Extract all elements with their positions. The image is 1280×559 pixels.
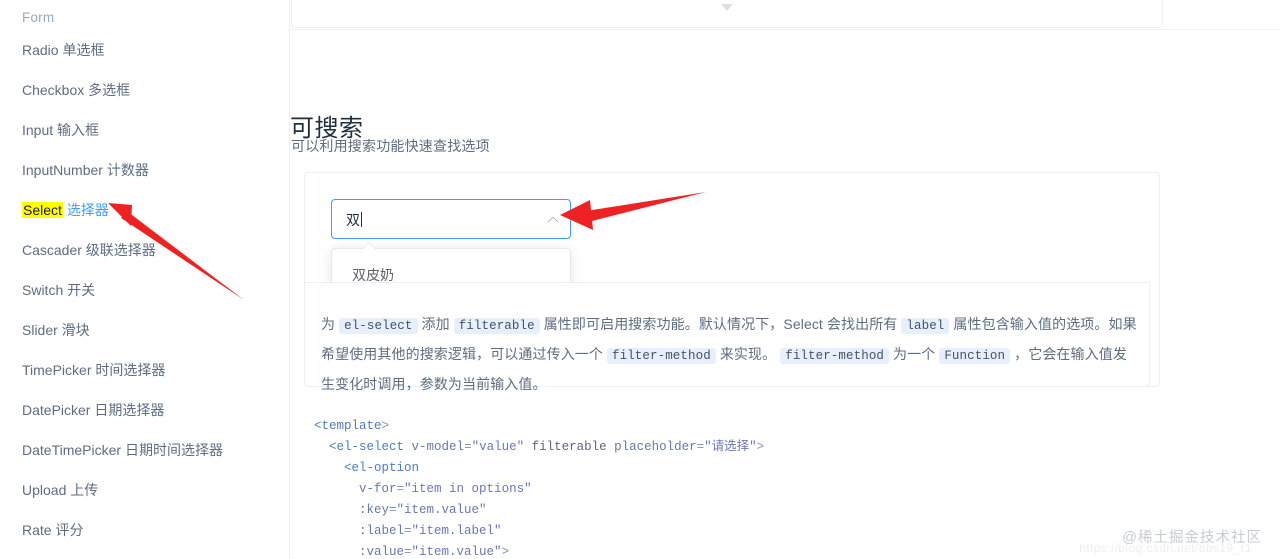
inline-code: label bbox=[901, 318, 950, 334]
sidebar-item-inputnumber[interactable]: InputNumber 计数器 bbox=[22, 162, 149, 178]
inline-code: filter-method bbox=[780, 348, 890, 364]
sidebar-item-select-highlight: Select bbox=[22, 202, 63, 218]
sidebar-item-datepicker[interactable]: DatePicker 日期选择器 bbox=[22, 402, 164, 418]
select-component: 双 双皮奶 bbox=[331, 199, 571, 302]
select-typed-text: 双 bbox=[346, 212, 360, 228]
sidebar-nav: Form Radio 单选框 Checkbox 多选框 Input 输入框 In… bbox=[0, 0, 290, 559]
code-line: <template> bbox=[314, 419, 390, 433]
page-root: Form Radio 单选框 Checkbox 多选框 Input 输入框 In… bbox=[0, 0, 1280, 559]
inline-code: filter-method bbox=[607, 348, 716, 364]
main-content: 可搜索 可以利用搜索功能快速查找选项 双 双皮奶 为 el-select 添加 … bbox=[290, 0, 1280, 559]
code-line: <el-option bbox=[344, 461, 420, 475]
previous-demo-card bbox=[291, 0, 1163, 28]
text-caret bbox=[361, 212, 362, 227]
inline-code: filterable bbox=[453, 318, 540, 334]
code-snippet[interactable]: <template> <el-select v-model="value" fi… bbox=[314, 416, 764, 559]
description-text: 为 el-select 添加 filterable 属性即可启用搜索功能。默认情… bbox=[321, 316, 1137, 392]
section-divider bbox=[290, 29, 1280, 30]
sidebar-item-upload[interactable]: Upload 上传 bbox=[22, 482, 98, 498]
sidebar-item-cascader[interactable]: Cascader 级联选择器 bbox=[22, 242, 156, 258]
sidebar-item-switch[interactable]: Switch 开关 bbox=[22, 282, 95, 298]
sidebar-item-input[interactable]: Input 输入框 bbox=[22, 122, 99, 138]
sidebar-item-rate[interactable]: Rate 评分 bbox=[22, 522, 83, 538]
code-line: <el-select v-model="value" filterable pl… bbox=[329, 440, 765, 454]
select-input[interactable]: 双 bbox=[331, 199, 571, 239]
sidebar-item-slider[interactable]: Slider 滑块 bbox=[22, 322, 90, 338]
code-line: :key="item.value" bbox=[359, 503, 487, 517]
sidebar-item-datetimepicker[interactable]: DateTimePicker 日期时间选择器 bbox=[22, 442, 223, 458]
sidebar-item-select-link[interactable]: 选择器 bbox=[67, 202, 109, 218]
dropdown-pointer bbox=[363, 243, 375, 249]
sidebar-item-radio[interactable]: Radio 单选框 bbox=[22, 42, 104, 58]
sidebar-group-title: Form bbox=[22, 10, 55, 25]
code-line: :label="item.label" bbox=[359, 524, 502, 538]
inline-code: el-select bbox=[339, 318, 418, 334]
sidebar-item-checkbox[interactable]: Checkbox 多选框 bbox=[22, 82, 130, 98]
sidebar-item-select[interactable]: Select 选择器 bbox=[22, 202, 109, 218]
select-input-value: 双 bbox=[346, 210, 362, 230]
chevron-down-icon[interactable] bbox=[721, 4, 733, 11]
section-description: 可以利用搜索功能快速查找选项 bbox=[291, 138, 490, 154]
sidebar-item-timepicker[interactable]: TimePicker 时间选择器 bbox=[22, 362, 165, 378]
chevron-up-icon[interactable] bbox=[547, 215, 559, 225]
code-line: v-for="item in options" bbox=[359, 482, 532, 496]
code-line: :value="item.value"> bbox=[359, 545, 510, 559]
inline-code: Function bbox=[939, 348, 1011, 364]
description-card: 为 el-select 添加 filterable 属性即可启用搜索功能。默认情… bbox=[304, 282, 1150, 392]
watermark-text: @稀土掘金技术社区 bbox=[1122, 530, 1262, 546]
code-block: <template> <el-select v-model="value" fi… bbox=[304, 396, 1160, 559]
